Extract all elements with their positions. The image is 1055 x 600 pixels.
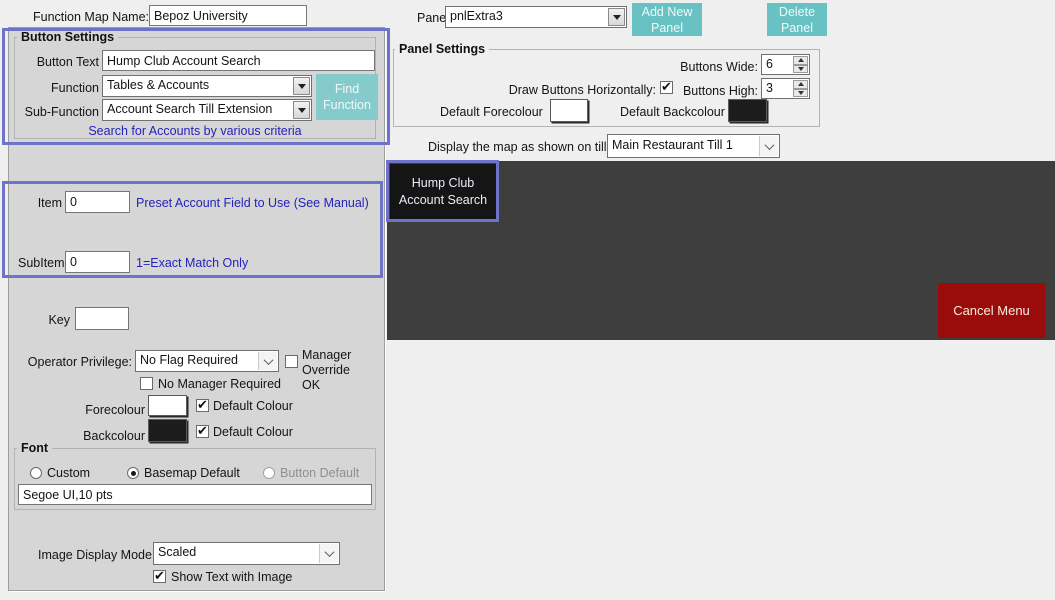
manager-override-label: Manager Override OK (302, 348, 370, 393)
font-name-input[interactable] (18, 484, 372, 505)
forecolour-swatch[interactable] (148, 395, 187, 416)
function-dropdown[interactable]: Tables & Accounts (102, 75, 312, 97)
backcolour-swatch[interactable] (148, 419, 187, 442)
default-forecolour-swatch[interactable] (550, 99, 588, 122)
font-button-default-radio (263, 467, 275, 479)
no-manager-label: No Manager Required (158, 377, 281, 391)
image-display-mode-dropdown[interactable]: Scaled (153, 542, 340, 565)
buttons-wide-label: Buttons Wide: (650, 60, 758, 74)
key-input[interactable] (75, 307, 129, 330)
dropdown-arrow-icon[interactable] (608, 8, 625, 26)
operator-privilege-value: No Flag Required (140, 353, 238, 367)
backcolour-label: Backcolour (60, 429, 145, 443)
font-title: Font (17, 441, 52, 455)
no-manager-checkbox[interactable] (140, 377, 153, 390)
show-text-label: Show Text with Image (171, 570, 292, 584)
image-display-mode-label: Image Display Mode: (38, 548, 150, 562)
display-till-value: Main Restaurant Till 1 (612, 138, 733, 152)
spin-up-icon[interactable] (793, 56, 808, 65)
function-description: Search for Accounts by various criteria (14, 124, 376, 138)
forecolour-default-label: Default Colour (213, 399, 293, 413)
buttons-high-label: Buttons High: (650, 84, 758, 98)
spin-down-icon[interactable] (793, 65, 808, 74)
draw-horizontal-label: Draw Buttons Horizontally: (500, 83, 656, 97)
display-till-dropdown[interactable]: Main Restaurant Till 1 (607, 134, 780, 158)
operator-privilege-label: Operator Privilege: (20, 355, 132, 369)
default-forecolour-label: Default Forecolour (440, 105, 525, 119)
backcolour-default-checkbox[interactable] (196, 425, 209, 438)
image-display-mode-value: Scaled (158, 545, 196, 559)
function-map-window: Function Map Name: Button Settings Butto… (0, 0, 1055, 600)
preview-hump-club-button[interactable]: Hump Club Account Search (390, 164, 496, 219)
button-text-input[interactable] (102, 50, 375, 71)
forecolour-default-checkbox[interactable] (196, 399, 209, 412)
button-text-label: Button Text (20, 55, 99, 69)
backcolour-default-label: Default Colour (213, 425, 293, 439)
sub-function-dropdown[interactable]: Account Search Till Extension (102, 99, 312, 121)
spin-down-icon[interactable] (793, 89, 808, 98)
item-label: Item (20, 196, 62, 210)
manager-override-checkbox[interactable] (285, 355, 298, 368)
delete-panel-button[interactable]: Delete Panel (767, 3, 827, 36)
show-text-checkbox[interactable] (153, 570, 166, 583)
function-value: Tables & Accounts (107, 78, 209, 92)
function-label: Function (20, 81, 99, 95)
panel-settings-title: Panel Settings (395, 42, 489, 56)
sub-function-label: Sub-Function (20, 105, 99, 119)
function-map-name-input[interactable] (149, 5, 307, 26)
font-basemap-label: Basemap Default (144, 466, 240, 480)
chevron-down-icon[interactable] (759, 136, 778, 156)
forecolour-label: Forecolour (60, 403, 145, 417)
item-input[interactable] (65, 191, 130, 213)
default-backcolour-swatch[interactable] (728, 99, 767, 122)
cancel-menu-button[interactable]: Cancel Menu (938, 283, 1045, 338)
dropdown-arrow-icon[interactable] (293, 77, 310, 95)
buttons-high-value: 3 (766, 81, 773, 95)
default-backcolour-label: Default Backcolour (620, 105, 708, 119)
button-settings-title: Button Settings (17, 30, 118, 44)
font-basemap-radio[interactable] (127, 467, 139, 479)
subitem-label: SubItem (18, 256, 62, 270)
operator-privilege-dropdown[interactable]: No Flag Required (135, 350, 279, 372)
buttons-wide-value: 6 (766, 57, 773, 71)
subitem-input[interactable] (65, 251, 130, 273)
display-till-label: Display the map as shown on till: (428, 140, 604, 154)
subitem-hint: 1=Exact Match Only (136, 256, 248, 270)
key-label: Key (28, 313, 70, 327)
function-map-name-label: Function Map Name: (33, 10, 149, 24)
font-custom-radio[interactable] (30, 467, 42, 479)
buttons-high-spinner[interactable]: 3 (761, 78, 810, 99)
add-new-panel-button[interactable]: Add New Panel (632, 3, 702, 36)
chevron-down-icon[interactable] (319, 544, 338, 563)
item-hint: Preset Account Field to Use (See Manual) (136, 196, 369, 210)
spin-up-icon[interactable] (793, 80, 808, 89)
panel-dropdown[interactable]: pnlExtra3 (445, 6, 627, 28)
panel-value: pnlExtra3 (450, 9, 503, 23)
sub-function-value: Account Search Till Extension (107, 102, 272, 116)
buttons-wide-spinner[interactable]: 6 (761, 54, 810, 75)
chevron-down-icon[interactable] (258, 352, 277, 370)
find-function-button[interactable]: Find Function (316, 74, 378, 120)
font-custom-label: Custom (47, 466, 90, 480)
font-button-default-label: Button Default (280, 466, 359, 480)
dropdown-arrow-icon[interactable] (293, 101, 310, 119)
